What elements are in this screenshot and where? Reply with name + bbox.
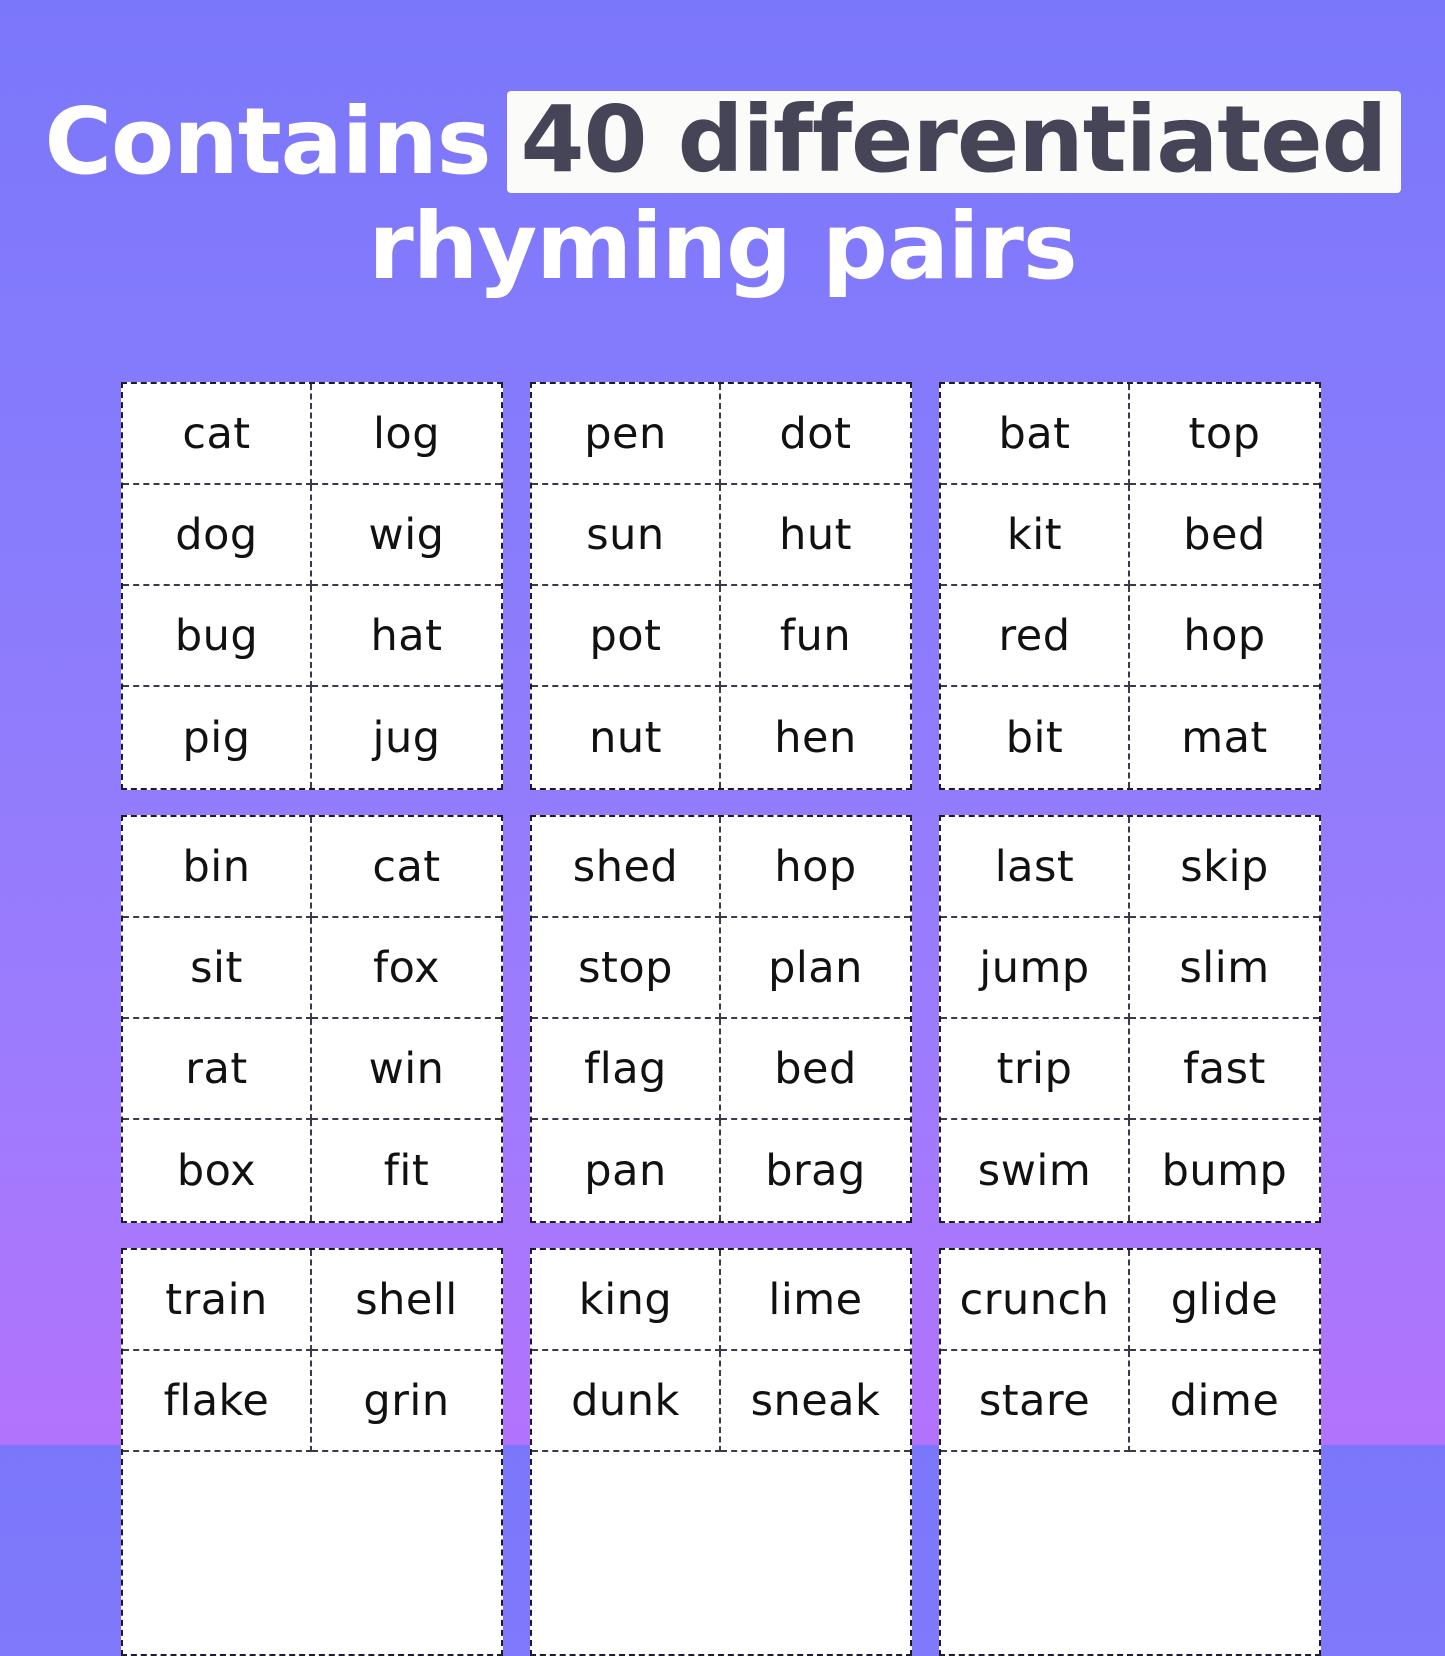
word-cell: dunk — [532, 1351, 721, 1452]
word-cell: bit — [941, 687, 1130, 788]
word-cell: dime — [1130, 1351, 1319, 1452]
word-cell: brag — [721, 1120, 910, 1221]
word-cell: trip — [941, 1019, 1130, 1120]
word-cell: train — [123, 1250, 312, 1351]
flashcard-sheet: shed hop stop plan flag bed pan brag — [530, 815, 912, 1223]
word-cell: bin — [123, 817, 312, 918]
word-cell: jug — [312, 687, 501, 788]
word-cell: bug — [123, 586, 312, 687]
title-plain-text: Contains — [44, 87, 491, 195]
word-cell: slim — [1130, 918, 1319, 1019]
flashcard-sheet: crunch glide stare dime — [939, 1248, 1321, 1656]
word-cell: dot — [721, 384, 910, 485]
word-cell: bump — [1130, 1120, 1319, 1221]
word-cell: sneak — [721, 1351, 910, 1452]
flashcard-sheet: king lime dunk sneak — [530, 1248, 912, 1656]
word-cell: plan — [721, 918, 910, 1019]
word-cell: kit — [941, 485, 1130, 586]
word-cell: fit — [312, 1120, 501, 1221]
word-cell: flake — [123, 1351, 312, 1452]
word-cell: last — [941, 817, 1130, 918]
word-cell: box — [123, 1120, 312, 1221]
flashcard-sheet: train shell flake grin — [121, 1248, 503, 1656]
word-cell: cat — [312, 817, 501, 918]
flashcard-sheet: bat top kit bed red hop bit mat — [939, 382, 1321, 790]
word-cell: bed — [1130, 485, 1319, 586]
word-cell: hen — [721, 687, 910, 788]
flashcard-sheet: pen dot sun hut pot fun nut hen — [530, 382, 912, 790]
word-cell: stare — [941, 1351, 1130, 1452]
word-cell: pig — [123, 687, 312, 788]
word-cell: hop — [721, 817, 910, 918]
word-cell: dog — [123, 485, 312, 586]
title-highlight-badge: 40 differentiated — [506, 90, 1401, 193]
word-cell: king — [532, 1250, 721, 1351]
title-line-1: Contains 40 differentiated — [0, 86, 1445, 193]
word-cell: sit — [123, 918, 312, 1019]
page-title: Contains 40 differentiated rhyming pairs — [0, 86, 1445, 297]
rhyming-pairs-poster: Contains 40 differentiated rhyming pairs … — [0, 0, 1445, 1656]
word-cell: shed — [532, 817, 721, 918]
word-cell: fox — [312, 918, 501, 1019]
word-cell: top — [1130, 384, 1319, 485]
word-cell: red — [941, 586, 1130, 687]
word-cell: crunch — [941, 1250, 1130, 1351]
word-cell: pen — [532, 384, 721, 485]
flashcard-sheet: last skip jump slim trip fast swim bump — [939, 815, 1321, 1223]
word-cell: nut — [532, 687, 721, 788]
word-cell: mat — [1130, 687, 1319, 788]
word-cell: sun — [532, 485, 721, 586]
title-line-2: rhyming pairs — [368, 192, 1077, 300]
word-cell: pot — [532, 586, 721, 687]
word-cell: hat — [312, 586, 501, 687]
word-cell: skip — [1130, 817, 1319, 918]
word-cell: fast — [1130, 1019, 1319, 1120]
word-cell: lime — [721, 1250, 910, 1351]
word-cell: win — [312, 1019, 501, 1120]
word-cell: shell — [312, 1250, 501, 1351]
word-cell: hop — [1130, 586, 1319, 687]
word-cell: wig — [312, 485, 501, 586]
flashcard-grid: cat log dog wig bug hat pig jug pen dot sun hut pot f… — [121, 382, 1323, 1656]
word-cell: swim — [941, 1120, 1130, 1221]
word-cell: stop — [532, 918, 721, 1019]
word-cell: bed — [721, 1019, 910, 1120]
flashcard-sheet: bin cat sit fox rat win box fit — [121, 815, 503, 1223]
word-cell: bat — [941, 384, 1130, 485]
word-cell: log — [312, 384, 501, 485]
word-cell: fun — [721, 586, 910, 687]
word-cell: pan — [532, 1120, 721, 1221]
word-cell: hut — [721, 485, 910, 586]
word-cell: jump — [941, 918, 1130, 1019]
word-cell: flag — [532, 1019, 721, 1120]
word-cell: glide — [1130, 1250, 1319, 1351]
word-cell: cat — [123, 384, 312, 485]
word-cell: rat — [123, 1019, 312, 1120]
flashcard-sheet: cat log dog wig bug hat pig jug — [121, 382, 503, 790]
word-cell: grin — [312, 1351, 501, 1452]
